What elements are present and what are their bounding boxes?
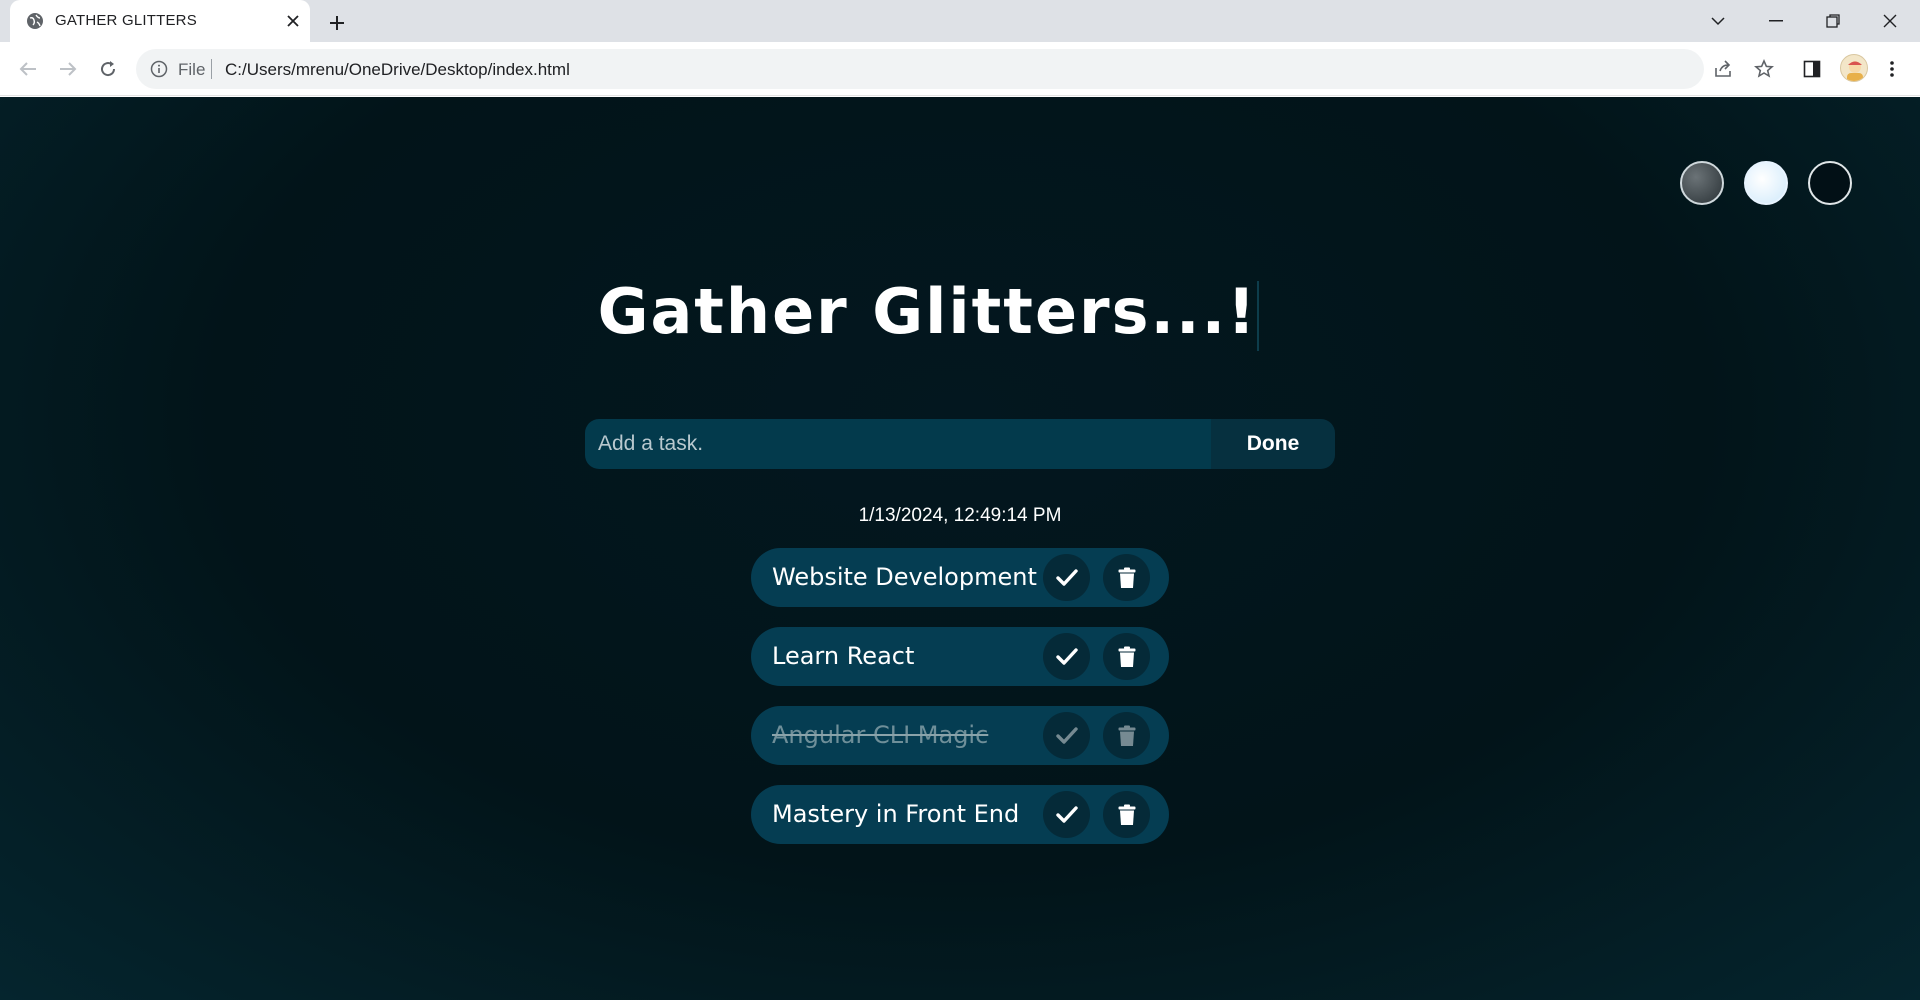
check-icon[interactable] (1043, 554, 1090, 601)
new-tab-plus-icon[interactable] (324, 10, 350, 36)
add-task-form: Done (585, 419, 1335, 469)
browser-tab[interactable]: GATHER GLITTERS (10, 0, 310, 42)
url-scheme-label: File (178, 60, 206, 79)
side-panel-icon[interactable] (1798, 55, 1826, 83)
done-button[interactable]: Done (1211, 419, 1335, 469)
omnibox-divider (211, 59, 212, 79)
page-content: Gather Glitters...! Done 1/13/2024, 12:4… (0, 97, 1920, 1000)
page-title: Gather Glitters...! (597, 275, 1258, 348)
check-icon[interactable] (1043, 791, 1090, 838)
close-window-icon[interactable] (1870, 6, 1910, 36)
info-icon[interactable] (150, 60, 168, 78)
theme-option-light[interactable] (1744, 161, 1788, 205)
minimize-icon[interactable] (1756, 6, 1796, 36)
back-arrow-icon[interactable] (14, 55, 42, 83)
trash-icon[interactable] (1103, 554, 1150, 601)
task-input[interactable] (585, 419, 1211, 469)
check-icon[interactable] (1043, 633, 1090, 680)
close-icon[interactable] (282, 10, 304, 32)
theme-option-dark-gray[interactable] (1680, 161, 1724, 205)
task-list: Website Development Learn React Angular … (751, 548, 1169, 864)
task-item-completed: Angular CLI Magic (751, 706, 1169, 765)
trash-icon[interactable] (1103, 791, 1150, 838)
more-menu-icon[interactable] (1878, 55, 1906, 83)
task-text: Angular CLI Magic (772, 721, 989, 749)
current-datetime: 1/13/2024, 12:49:14 PM (858, 505, 1062, 526)
trash-icon[interactable] (1103, 712, 1150, 759)
globe-icon (26, 12, 44, 30)
task-item: Mastery in Front End (751, 785, 1169, 844)
typing-cursor (1257, 281, 1259, 351)
bookmark-star-icon[interactable] (1750, 55, 1778, 83)
task-text: Mastery in Front End (772, 800, 1020, 828)
profile-avatar[interactable] (1840, 54, 1868, 82)
task-text: Website Development (772, 563, 1037, 591)
browser-toolbar: File C:/Users/mrenu/OneDrive/Desktop/ind… (0, 42, 1920, 96)
theme-option-dark[interactable] (1808, 161, 1852, 205)
address-bar[interactable]: File C:/Users/mrenu/OneDrive/Desktop/ind… (136, 49, 1774, 89)
trash-icon[interactable] (1103, 633, 1150, 680)
reload-icon[interactable] (94, 55, 122, 83)
share-icon[interactable] (1710, 55, 1738, 83)
tab-strip: GATHER GLITTERS (0, 0, 1920, 42)
task-item: Website Development (751, 548, 1169, 607)
task-text: Learn React (772, 642, 915, 670)
task-item: Learn React (751, 627, 1169, 686)
tab-search-chevron-icon[interactable] (1698, 6, 1738, 36)
check-icon[interactable] (1043, 712, 1090, 759)
restore-icon[interactable] (1813, 6, 1853, 36)
url-text[interactable]: C:/Users/mrenu/OneDrive/Desktop/index.ht… (225, 60, 570, 80)
forward-arrow-icon[interactable] (54, 55, 82, 83)
tab-title: GATHER GLITTERS (55, 12, 197, 29)
